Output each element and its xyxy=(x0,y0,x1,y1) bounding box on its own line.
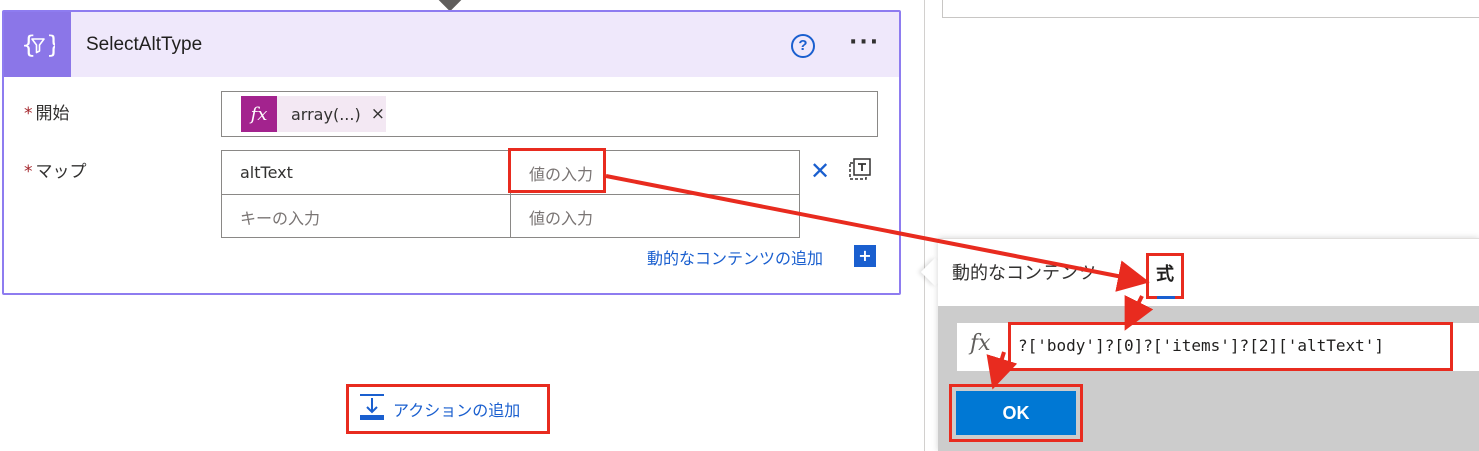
divider xyxy=(924,0,925,451)
text-input[interactable] xyxy=(942,0,1479,18)
map-field-label: * マップ xyxy=(24,162,87,182)
map-key-input[interactable]: altText xyxy=(222,151,510,194)
active-tab-indicator xyxy=(1157,296,1175,299)
add-action-button[interactable]: アクションの追加 xyxy=(346,384,550,434)
svg-text:{: { xyxy=(21,31,36,59)
plus-icon[interactable]: + xyxy=(854,245,876,267)
question-circle-icon[interactable]: ? xyxy=(791,34,815,58)
fx-icon: fx xyxy=(970,331,991,356)
add-dynamic-content-link[interactable]: 動的なコンテンツの追加 xyxy=(647,245,823,269)
map-key-input[interactable]: キーの入力 xyxy=(222,195,510,238)
flow-designer: { } SelectAltType ? ··· *開始 fx array(...… xyxy=(0,0,1479,451)
add-action-icon xyxy=(357,392,387,426)
tab-expression[interactable]: 式 xyxy=(1146,253,1184,299)
svg-text:}: } xyxy=(46,31,55,59)
highlight-box xyxy=(1008,322,1453,371)
start-field-label: * 開始 xyxy=(24,104,70,124)
action-card-header[interactable]: { } SelectAltType ? ··· xyxy=(4,12,899,77)
divider xyxy=(222,194,799,195)
fx-icon: fx xyxy=(241,96,277,132)
action-card: { } SelectAltType ? ··· *開始 fx array(...… xyxy=(2,10,901,295)
ok-button[interactable]: OK xyxy=(956,391,1076,435)
add-action-label: アクションの追加 xyxy=(393,401,521,420)
tab-dynamic-content[interactable]: 動的なコンテンツ xyxy=(952,259,1096,285)
expression-token[interactable]: fx array(...) × xyxy=(241,96,386,132)
ellipsis-icon[interactable]: ··· xyxy=(849,32,880,54)
action-card-title: SelectAltType xyxy=(86,34,203,55)
highlight-box xyxy=(508,148,606,193)
map-value-input[interactable]: 値の入力 xyxy=(511,195,799,238)
required-mark: * xyxy=(24,162,33,182)
token-label: array(...) xyxy=(291,104,361,124)
close-icon[interactable]: ✕ xyxy=(810,159,830,183)
token-remove-icon[interactable]: × xyxy=(371,104,385,124)
text-mode-icon[interactable] xyxy=(846,157,872,187)
start-input[interactable]: fx array(...) × xyxy=(221,91,878,137)
curly-filter-icon: { } xyxy=(4,12,71,77)
required-mark: * xyxy=(24,104,33,124)
